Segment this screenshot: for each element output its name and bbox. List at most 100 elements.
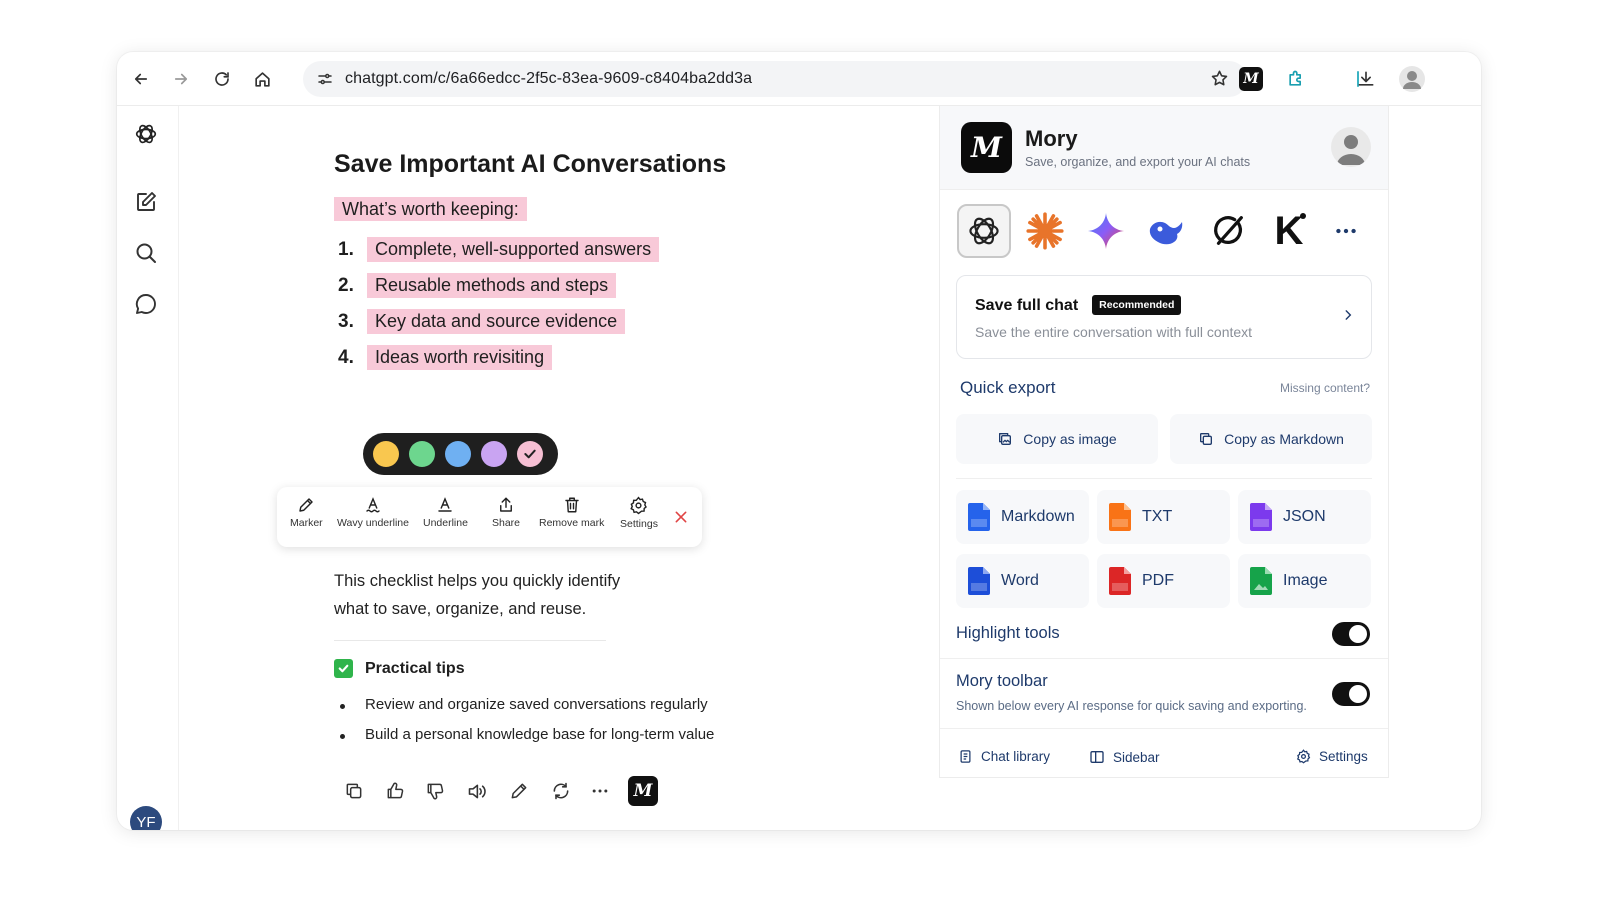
regenerate-icon[interactable] bbox=[549, 779, 573, 803]
close-toolbar-button[interactable] bbox=[673, 509, 689, 528]
list-item-text: Complete, well-supported answers bbox=[367, 237, 660, 262]
chat-library-button[interactable]: Chat library bbox=[958, 749, 1050, 764]
list-number: 1. bbox=[338, 239, 354, 260]
checkmark-emoji-icon bbox=[334, 659, 353, 678]
highlight-tools-toggle[interactable] bbox=[1332, 622, 1370, 646]
openai-logo-icon[interactable] bbox=[133, 121, 159, 147]
toolbar-settings-button[interactable]: Settings bbox=[620, 496, 658, 530]
mory-logo: M bbox=[961, 122, 1012, 173]
highlighted-subheading[interactable]: What’s worth keeping: bbox=[334, 197, 527, 221]
kimi-platform-icon[interactable]: K bbox=[1262, 204, 1316, 258]
thumbs-down-icon[interactable] bbox=[423, 779, 447, 803]
mory-logo-letter: M bbox=[971, 131, 1002, 164]
reload-icon[interactable] bbox=[210, 67, 234, 91]
color-blue-swatch[interactable] bbox=[445, 441, 471, 467]
more-options-icon[interactable] bbox=[588, 779, 612, 803]
mory-extension-letter: M bbox=[1243, 71, 1259, 87]
mory-extension-icon[interactable]: M bbox=[1239, 67, 1263, 91]
extensions-puzzle-icon[interactable] bbox=[1284, 67, 1308, 91]
settings-label: Settings bbox=[1319, 749, 1368, 764]
wavy-underline-button[interactable]: Wavy underline bbox=[337, 496, 409, 529]
divider bbox=[334, 640, 606, 641]
marker-button[interactable]: Marker bbox=[290, 496, 323, 529]
list-number: 4. bbox=[338, 347, 354, 368]
grok-platform-icon[interactable] bbox=[1201, 204, 1255, 258]
new-chat-icon[interactable] bbox=[133, 189, 159, 215]
site-settings-icon[interactable] bbox=[316, 70, 334, 93]
sidebar-button[interactable]: Sidebar bbox=[1089, 749, 1160, 765]
pdf-file-icon bbox=[1109, 567, 1131, 595]
divider bbox=[956, 478, 1372, 479]
color-purple-swatch[interactable] bbox=[481, 441, 507, 467]
url-text: chatgpt.com/c/6a66edcc-2f5c-83ea-9609-c8… bbox=[345, 70, 753, 87]
save-full-chat-card[interactable]: Save full chat Recommended Save the entir… bbox=[956, 275, 1372, 359]
share-icon bbox=[500, 497, 512, 512]
share-label: Share bbox=[492, 517, 521, 529]
color-green-swatch[interactable] bbox=[409, 441, 435, 467]
tips-heading: Practical tips bbox=[334, 659, 465, 678]
forward-icon[interactable] bbox=[169, 67, 193, 91]
read-aloud-icon[interactable] bbox=[464, 779, 488, 803]
bookmark-star-icon[interactable] bbox=[1210, 69, 1229, 93]
panel-title: Mory bbox=[1025, 126, 1078, 151]
export-txt-button[interactable]: TXT bbox=[1097, 490, 1230, 544]
gemini-platform-icon[interactable] bbox=[1079, 204, 1133, 258]
remove-mark-button[interactable]: Remove mark bbox=[539, 496, 604, 529]
panel-header: M Mory Save, organize, and export your A… bbox=[940, 106, 1388, 190]
subheading-text: What’s worth keeping: bbox=[334, 197, 527, 221]
json-label: JSON bbox=[1283, 508, 1326, 525]
export-image-button[interactable]: Image bbox=[1238, 554, 1371, 608]
image-file-icon bbox=[1250, 567, 1272, 595]
underline-button[interactable]: Underline bbox=[423, 496, 468, 529]
copy-as-markdown-label: Copy as Markdown bbox=[1224, 431, 1344, 447]
highlight-tools-label: Highlight tools bbox=[956, 624, 1060, 642]
color-yellow-swatch[interactable] bbox=[373, 441, 399, 467]
json-file-icon bbox=[1250, 503, 1272, 531]
export-pdf-button[interactable]: PDF bbox=[1097, 554, 1230, 608]
thumbs-up-icon[interactable] bbox=[383, 779, 407, 803]
sidebar-icon bbox=[1090, 751, 1104, 763]
txt-label: TXT bbox=[1142, 508, 1173, 525]
mory-toolbar-toggle[interactable] bbox=[1332, 682, 1370, 706]
export-word-button[interactable]: Word bbox=[956, 554, 1089, 608]
export-markdown-button[interactable]: Markdown bbox=[956, 490, 1089, 544]
mory-save-button[interactable]: M bbox=[628, 776, 658, 806]
list-item-text: Ideas worth revisiting bbox=[367, 345, 553, 370]
edit-pencil-icon[interactable] bbox=[507, 779, 531, 803]
missing-content-link[interactable]: Missing content? bbox=[1280, 381, 1370, 395]
download-icon[interactable] bbox=[1354, 67, 1378, 91]
mory-toolbar-label: Mory toolbar bbox=[956, 672, 1048, 690]
image-label: Image bbox=[1283, 572, 1328, 589]
tip-text: Review and organize saved conversations … bbox=[365, 696, 708, 713]
profile-avatar-icon[interactable] bbox=[1399, 66, 1425, 92]
mory-toolbar-description: Shown below every AI response for quick … bbox=[956, 699, 1307, 713]
color-pink-swatch-selected[interactable] bbox=[517, 441, 543, 467]
markdown-label: Markdown bbox=[1001, 508, 1075, 525]
list-item-text: Reusable methods and steps bbox=[367, 273, 617, 298]
back-icon[interactable] bbox=[129, 67, 153, 91]
account-avatar-icon[interactable] bbox=[1331, 127, 1371, 167]
copy-icon[interactable] bbox=[342, 779, 366, 803]
more-platforms-icon[interactable] bbox=[1319, 204, 1373, 258]
chat-sidebar-rail: YF bbox=[117, 106, 179, 830]
export-json-button[interactable]: JSON bbox=[1238, 490, 1371, 544]
user-avatar[interactable]: YF bbox=[130, 806, 162, 830]
address-bar[interactable]: chatgpt.com/c/6a66edcc-2f5c-83ea-9609-c8… bbox=[303, 61, 1247, 97]
panel-settings-button[interactable]: Settings bbox=[1296, 749, 1368, 764]
copy-image-icon bbox=[999, 433, 1012, 445]
search-icon[interactable] bbox=[133, 240, 159, 266]
chatgpt-platform-icon[interactable] bbox=[957, 204, 1011, 258]
remove-mark-label: Remove mark bbox=[539, 517, 605, 529]
kimi-dot-icon bbox=[1300, 213, 1306, 219]
chats-icon[interactable] bbox=[133, 291, 159, 317]
deepseek-platform-icon[interactable] bbox=[1140, 204, 1194, 258]
divider bbox=[940, 728, 1388, 729]
share-button[interactable]: Share bbox=[492, 496, 520, 529]
copy-as-image-button[interactable]: Copy as image bbox=[956, 414, 1158, 464]
marker-label: Marker bbox=[290, 517, 323, 529]
home-icon[interactable] bbox=[250, 67, 274, 91]
copy-as-markdown-button[interactable]: Copy as Markdown bbox=[1170, 414, 1372, 464]
ai-platform-selector: K bbox=[957, 204, 1377, 260]
claude-platform-icon[interactable] bbox=[1018, 204, 1072, 258]
highlight-toolbar: Marker Wavy underline Underline Share Re… bbox=[277, 487, 702, 547]
